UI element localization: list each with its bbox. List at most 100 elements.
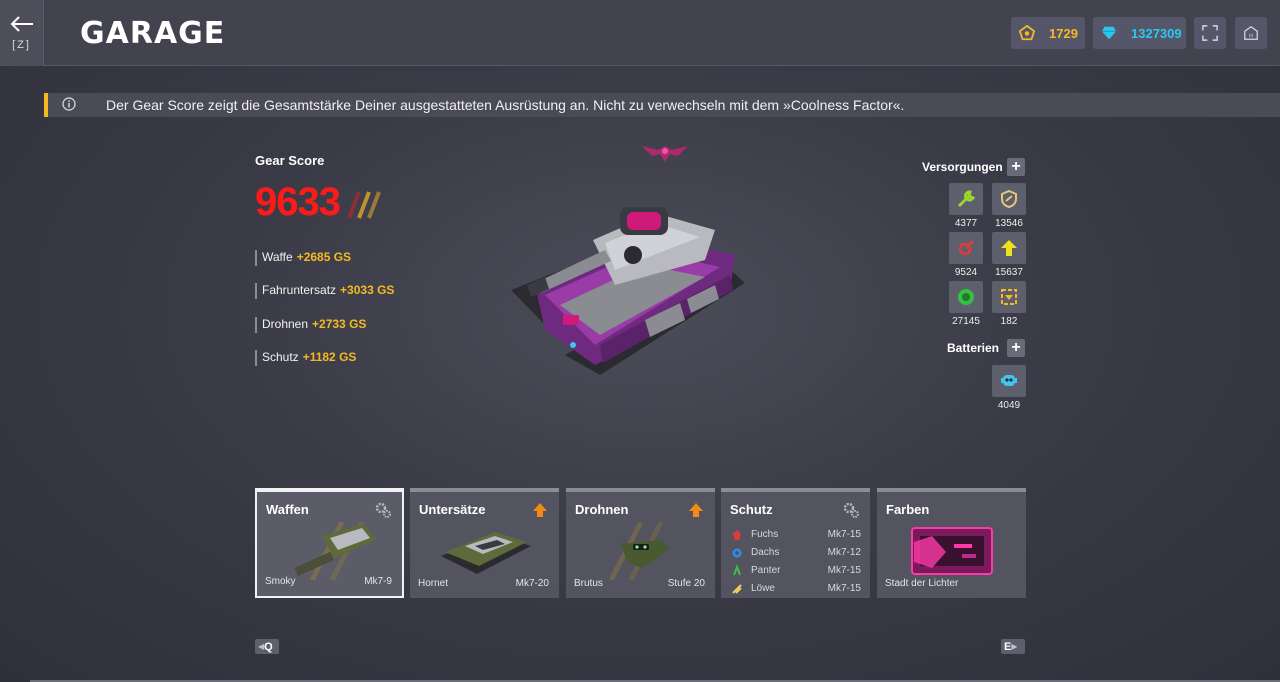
card-item-name: Brutus [574,578,603,589]
gs-line-label: Fahruntersatz [262,283,337,297]
protection-level: Mk7-15 [827,565,861,576]
arrow-left-icon [10,16,33,32]
protection-row-fuchs: Fuchs Mk7-15 [731,528,861,542]
protection-level: Mk7-15 [827,529,861,540]
gear-icon [843,502,859,518]
fox-module-icon [733,530,741,540]
add-supplies-button[interactable]: + [1007,158,1025,176]
top-bar: [Z] GARAGE 1729 1327309 H [0,0,1280,66]
protection-row-panter: Panter Mk7-15 [731,564,861,578]
drone-preview-icon [642,146,688,162]
back-button[interactable]: [Z] [0,0,44,66]
add-batteries-button[interactable]: + [1007,339,1025,357]
crystals-counter[interactable]: 1729 [1011,17,1085,49]
next-tab-button[interactable]: E ▶ [1001,639,1025,654]
supply-count: 27145 [952,316,980,327]
next-hotkey: E [1004,640,1012,653]
supply-speed[interactable]: 15637 [992,232,1026,278]
previous-hotkey: Q [264,640,273,653]
supply-count: 9524 [954,267,978,278]
supply-count: 4377 [954,218,978,229]
tank-preview[interactable] [505,195,750,380]
protection-level: Mk7-12 [827,547,861,558]
protection-name: Dachs [751,547,780,558]
supply-repair[interactable]: 4377 [949,183,983,229]
card-title: Schutz [730,502,773,517]
gear-score-line-protection: Schutz +1182 GS [255,350,356,366]
card-drones[interactable]: Drohnen Brutus Stufe 20 [566,488,715,598]
card-title: Drohnen [575,502,629,517]
info-icon [62,97,76,111]
armor-shield-icon [1001,189,1017,209]
triangle-right-icon: ▶ [1011,642,1018,651]
lion-module-icon [732,584,742,594]
card-hulls[interactable]: Untersätze Hornet Mk7-20 [410,488,559,598]
card-item-level: Mk7-20 [515,578,549,589]
card-weapons[interactable]: Waffen Smoky Mk7-9 [255,488,404,598]
fullscreen-button[interactable] [1194,17,1226,49]
page-title: GARAGE [80,16,226,51]
plus-icon: + [1011,158,1021,175]
gs-line-bonus: +1182 GS [302,350,357,364]
card-title: Farben [886,502,930,517]
home-button[interactable]: H [1235,17,1267,49]
speed-arrow-icon [1001,240,1017,256]
panther-module-icon [733,565,741,576]
supply-count: 182 [1000,316,1018,327]
hull-hornet-image [441,532,531,574]
supplies-title: Versorgungen [922,160,1003,174]
gear-score-label: Gear Score [255,153,325,168]
gs-line-label: Schutz [262,350,299,364]
gs-line-bonus: +2733 GS [312,317,367,331]
gs-line-bonus: +2685 GS [296,250,352,264]
crystals-value: 1729 [1049,25,1078,41]
gear-score-line-drones: Drohnen +2733 GS [255,317,366,333]
protection-name: Fuchs [751,529,779,540]
diamonds-counter[interactable]: 1327309 [1093,17,1186,49]
repair-wrench-icon [957,190,976,208]
upgrade-arrow-icon [689,503,703,517]
supply-count: 15637 [995,267,1023,278]
weapon-smoky-image [294,522,376,580]
fullscreen-icon [1202,25,1218,41]
gear-score-line-hull: Fahruntersatz +3033 GS [255,283,394,299]
drone-brutus-image [608,522,669,580]
card-title: Untersätze [419,502,486,517]
supply-count: 13546 [995,218,1023,229]
battery-item[interactable]: 4049 [992,365,1026,411]
plus-icon: + [1011,339,1021,356]
svg-text:H: H [1249,33,1253,39]
damage-icon [958,240,974,256]
gs-line-label: Drohnen [262,317,309,331]
protection-row-loewe: Löwe Mk7-15 [731,582,861,596]
diamond-icon [1101,24,1117,42]
card-paints[interactable]: Farben Stadt der Lichter [877,488,1026,598]
protection-name: Löwe [751,583,775,594]
info-banner: Der Gear Score zeigt die Gesamtstärke De… [44,93,1280,117]
protection-row-dachs: Dachs Mk7-12 [731,546,861,560]
back-hotkey: [Z] [12,39,31,51]
card-item-name: Smoky [265,576,296,587]
supply-armor[interactable]: 13546 [992,183,1026,229]
battery-robot-icon [1001,375,1017,386]
card-item-name: Hornet [418,578,449,589]
gs-line-label: Waffe [262,250,293,264]
card-item-name: Stadt der Lichter [885,578,959,589]
batteries-title: Batterien [947,341,1000,355]
card-item-level: Stufe 20 [667,578,705,589]
supply-damage[interactable]: 9524 [949,232,983,278]
protection-name: Panter [751,565,781,576]
info-text: Der Gear Score zeigt die Gesamtstärke De… [106,97,905,113]
mine-icon [958,289,974,305]
supply-gold-box[interactable]: 182 [992,281,1026,327]
upgrade-arrow-icon [533,503,547,517]
card-protection[interactable]: Schutz Fuchs Mk7-15 Dachs Mk7-12 Panter … [721,488,870,598]
paint-city-of-lights-image [911,527,993,575]
badger-module-icon [732,548,742,558]
gold-box-icon [1001,289,1017,305]
supply-mine[interactable]: 27145 [949,281,983,327]
gear-score-value: 9633 [255,180,341,224]
gs-line-bonus: +3033 GS [340,283,395,297]
previous-tab-button[interactable]: ◀ Q [255,639,279,654]
gear-icon [375,502,391,518]
